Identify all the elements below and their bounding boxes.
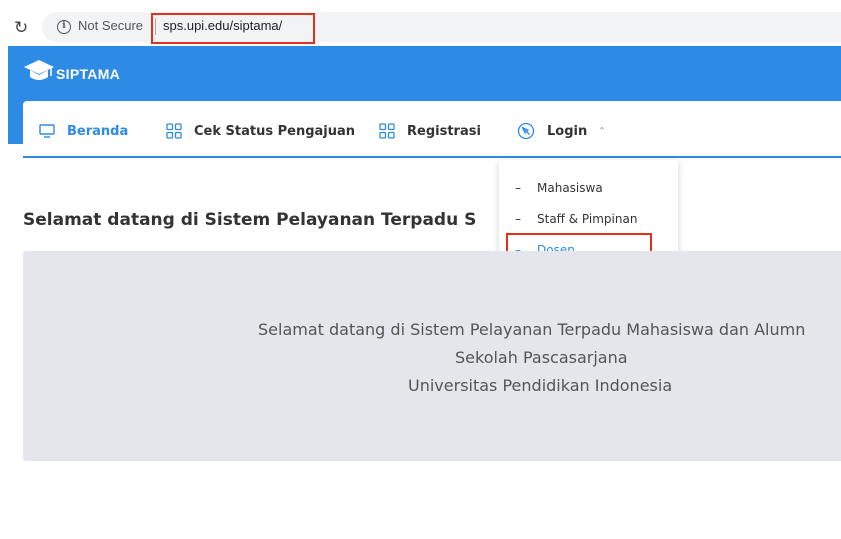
nav-item-label: Cek Status Pengajuan bbox=[194, 123, 356, 139]
grid-icon bbox=[166, 123, 182, 139]
dropdown-item-mahasiswa[interactable]: – Mahasiswa bbox=[515, 181, 603, 195]
dropdown-item-staff-pimpinan[interactable]: – Staff & Pimpinan bbox=[515, 212, 637, 226]
dropdown-item-label: Mahasiswa bbox=[537, 181, 603, 195]
welcome-panel-text: Selamat datang di Sistem Pelayanan Terpa… bbox=[23, 310, 841, 410]
site-logo-text[interactable]: SIPTAMA bbox=[56, 66, 120, 82]
nav-item-label: Beranda bbox=[67, 123, 129, 139]
nav-item-label: Registrasi bbox=[407, 123, 481, 139]
dash-icon: – bbox=[515, 181, 521, 195]
panel-line-1: Selamat datang di Sistem Pelayanan Terpa… bbox=[258, 320, 806, 339]
compass-icon bbox=[517, 122, 535, 140]
panel-line-2: Sekolah Pascasarjana bbox=[455, 348, 628, 367]
welcome-title-wrap: Selamat datang di Sistem Pelayanan Terpa… bbox=[23, 205, 500, 235]
grid-icon bbox=[379, 123, 395, 139]
nav-item-beranda[interactable]: Beranda bbox=[39, 121, 128, 141]
monitor-icon bbox=[39, 124, 55, 138]
dropdown-item-label: Staff & Pimpinan bbox=[537, 212, 638, 226]
graduation-cap-icon[interactable] bbox=[23, 57, 55, 89]
nav-item-registrasi[interactable]: Registrasi bbox=[379, 121, 481, 141]
nav-item-label: Login bbox=[547, 123, 588, 139]
nav-item-cek-status[interactable]: Cek Status Pengajuan bbox=[166, 121, 355, 141]
url-highlight-box bbox=[151, 13, 315, 44]
info-icon[interactable]: i bbox=[57, 20, 71, 34]
chevron-up-icon: ⌃ bbox=[597, 124, 607, 138]
security-label[interactable]: Not Secure bbox=[78, 18, 143, 33]
panel-line-3: Universitas Pendidikan Indonesia bbox=[408, 376, 673, 395]
page-title: Selamat datang di Sistem Pelayanan Terpa… bbox=[23, 210, 477, 230]
nav-item-login[interactable]: Login ⌃ bbox=[517, 121, 606, 141]
dash-icon: – bbox=[515, 212, 521, 226]
reload-icon[interactable]: ↻ bbox=[14, 18, 28, 38]
